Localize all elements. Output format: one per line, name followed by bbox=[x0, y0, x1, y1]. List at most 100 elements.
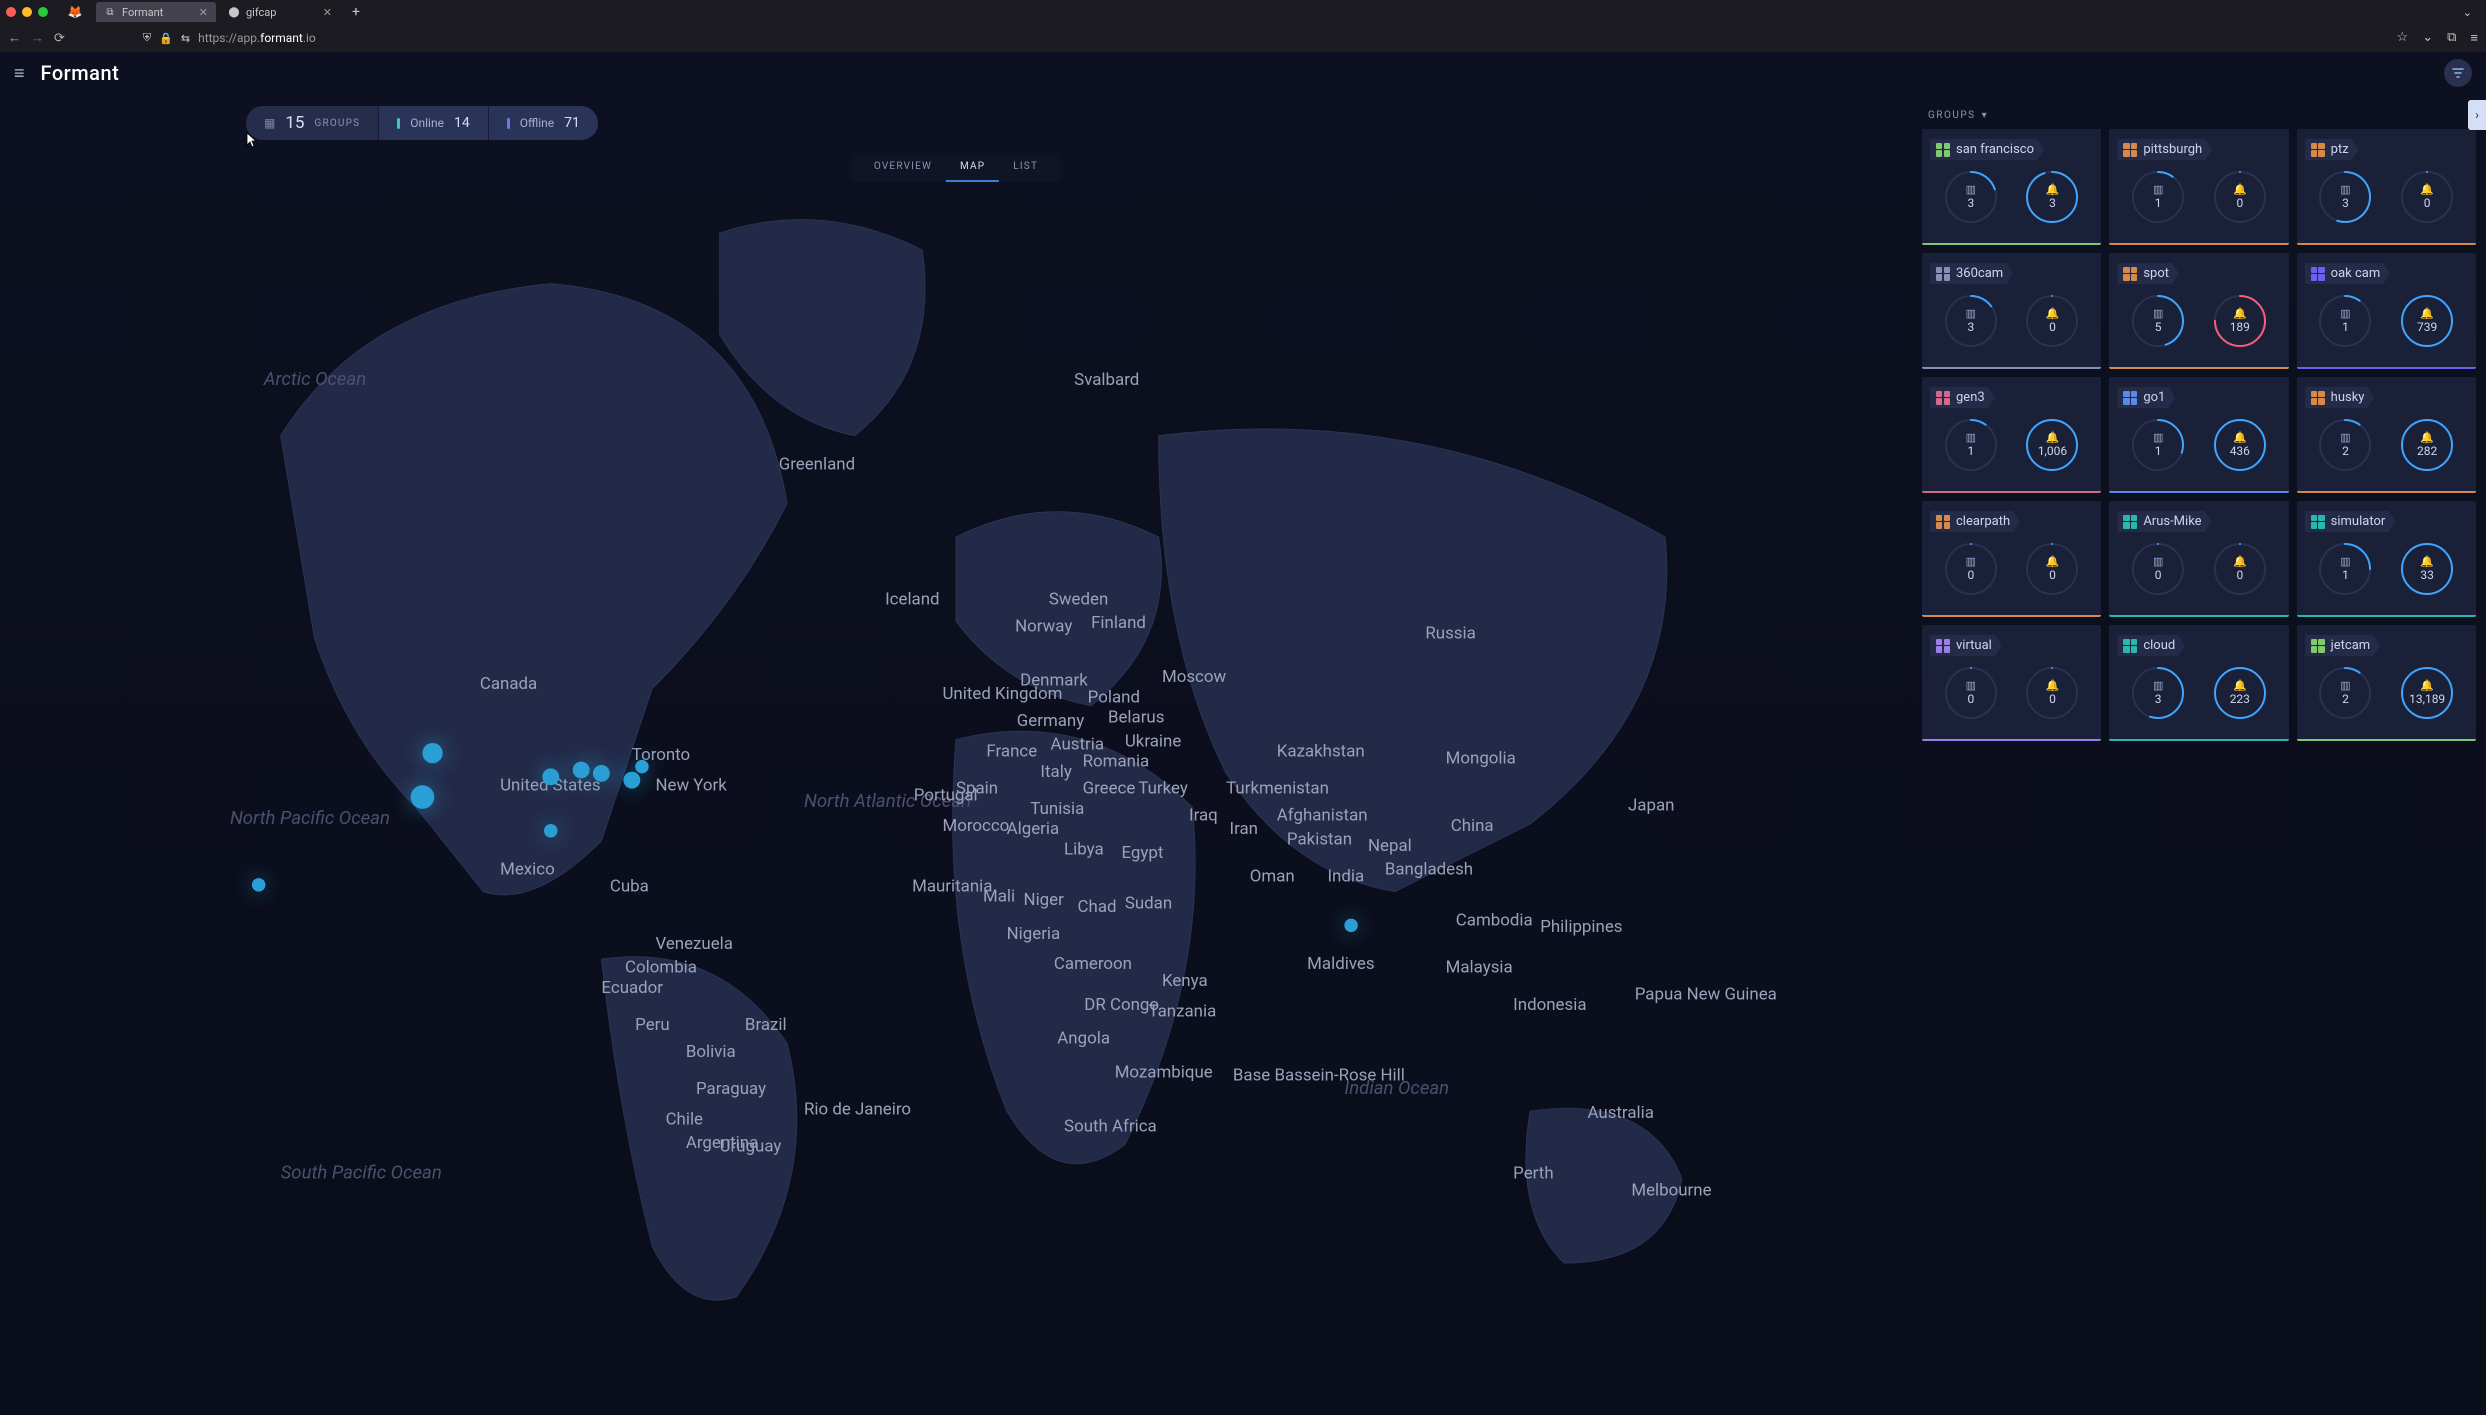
alerts-count: 0 bbox=[2424, 196, 2431, 210]
mouse-cursor bbox=[246, 132, 258, 148]
pocket-icon[interactable]: ⌄ bbox=[2422, 30, 2433, 46]
map-label: India bbox=[1327, 866, 1364, 886]
grid-icon bbox=[2311, 639, 2325, 653]
group-badge: husky bbox=[2305, 387, 2375, 408]
alerts-ring: 🔔 189 bbox=[2213, 294, 2267, 348]
group-card[interactable]: clearpath ▥ 0 🔔 0 bbox=[1922, 501, 2101, 617]
tab-title: Formant bbox=[122, 6, 163, 19]
group-card[interactable]: ptz ▥ 3 🔔 0 bbox=[2297, 129, 2476, 245]
map-marker[interactable] bbox=[422, 743, 442, 763]
devices-ring: ▥ 2 bbox=[2318, 666, 2372, 720]
group-name: cloud bbox=[2143, 638, 2175, 653]
devices-icon: ▥ bbox=[1966, 308, 1976, 319]
groups-header-label: GROUPS bbox=[1928, 110, 1976, 121]
world-map[interactable]: Arctic Ocean North Atlantic Ocean North … bbox=[0, 98, 1912, 1415]
devices-icon: ▥ bbox=[2340, 308, 2350, 319]
window-minimize-button[interactable] bbox=[22, 7, 32, 17]
devices-count: 1 bbox=[2155, 196, 2162, 210]
map-area[interactable]: OVERVIEW MAP LIST bbox=[0, 98, 1912, 1415]
bell-icon: 🔔 bbox=[2420, 680, 2434, 691]
group-name: spot bbox=[2143, 266, 2169, 281]
tab-overflow-button[interactable]: ⌄ bbox=[2463, 6, 2480, 19]
map-label: Nigeria bbox=[1007, 924, 1061, 944]
panel-collapse-button[interactable]: › bbox=[2468, 100, 2486, 130]
map-marker[interactable] bbox=[542, 768, 559, 785]
group-card[interactable]: simulator ▥ 1 🔔 33 bbox=[2297, 501, 2476, 617]
map-marker[interactable] bbox=[544, 824, 558, 838]
group-card[interactable]: san francisco ▥ 3 🔔 3 bbox=[1922, 129, 2101, 245]
lock-icon: 🔒 bbox=[159, 32, 173, 45]
reload-button[interactable]: ⟳ bbox=[54, 31, 65, 46]
new-tab-button[interactable]: + bbox=[344, 4, 368, 20]
stats-groups[interactable]: ▦ 15 GROUPS bbox=[246, 106, 378, 140]
bookmark-icon[interactable]: ☆ bbox=[2397, 30, 2409, 46]
group-badge: jetcam bbox=[2305, 635, 2381, 656]
map-marker[interactable] bbox=[252, 878, 266, 892]
toolbar-right: ☆ ⌄ ⧉ ≡ bbox=[2397, 30, 2478, 46]
groups-count: 15 bbox=[285, 113, 304, 133]
map-marker[interactable] bbox=[593, 765, 610, 782]
group-card[interactable]: oak cam ▥ 1 🔔 739 bbox=[2297, 253, 2476, 369]
group-card[interactable]: 360cam ▥ 3 🔔 0 bbox=[1922, 253, 2101, 369]
group-name: gen3 bbox=[1956, 390, 1985, 405]
favicon-icon: ⧉ bbox=[104, 6, 116, 18]
alerts-ring: 🔔 223 bbox=[2213, 666, 2267, 720]
traffic-lights bbox=[6, 7, 48, 17]
browser-tab-gifcap[interactable]: ⬤ gifcap ✕ bbox=[220, 2, 340, 22]
forward-button[interactable]: → bbox=[31, 30, 44, 46]
filter-button[interactable] bbox=[2444, 59, 2472, 87]
group-card[interactable]: husky ▥ 2 🔔 282 bbox=[2297, 377, 2476, 493]
map-label: Ecuador bbox=[601, 978, 663, 998]
map-marker[interactable] bbox=[635, 760, 649, 774]
map-label: Mozambique bbox=[1115, 1062, 1213, 1082]
card-header: simulator bbox=[2305, 511, 2468, 532]
offline-count: 71 bbox=[564, 115, 580, 131]
extensions-icon[interactable]: ⧉ bbox=[2447, 30, 2456, 46]
map-label: Algeria bbox=[1007, 819, 1060, 839]
map-marker[interactable] bbox=[573, 762, 590, 779]
map-label: Mexico bbox=[500, 860, 555, 880]
bell-icon: 🔔 bbox=[2046, 184, 2060, 195]
hamburger-icon[interactable]: ≡ bbox=[14, 63, 25, 84]
devices-count: 3 bbox=[1967, 196, 1974, 210]
back-button[interactable]: ← bbox=[8, 30, 21, 46]
favicon-icon: ⬤ bbox=[228, 6, 240, 18]
group-card[interactable]: spot ▥ 5 🔔 189 bbox=[2109, 253, 2288, 369]
tab-list[interactable]: LIST bbox=[999, 153, 1052, 182]
stats-online[interactable]: Online 14 bbox=[378, 106, 487, 140]
map-marker[interactable] bbox=[411, 785, 435, 809]
url-protocol: https:// bbox=[198, 31, 237, 45]
tab-bar: 🦊 ⧉ Formant ✕ ⬤ gifcap ✕ + ⌄ bbox=[0, 0, 2486, 24]
group-card[interactable]: go1 ▥ 1 🔔 436 bbox=[2109, 377, 2288, 493]
groups-dropdown[interactable]: GROUPS ▾ bbox=[1922, 106, 2476, 129]
devices-count: 1 bbox=[2342, 320, 2349, 334]
map-label: Arctic Ocean bbox=[263, 368, 366, 390]
window-close-button[interactable] bbox=[6, 7, 16, 17]
stats-offline[interactable]: Offline 71 bbox=[488, 106, 598, 140]
address-bar[interactable]: ⛨ 🔒 ⇆ https://app.formant.io bbox=[135, 27, 324, 49]
map-label: Maldives bbox=[1307, 954, 1374, 974]
app-menu-icon[interactable]: ≡ bbox=[2470, 30, 2478, 46]
group-card[interactable]: jetcam ▥ 2 🔔 13,189 bbox=[2297, 625, 2476, 741]
group-card[interactable]: virtual ▥ 0 🔔 0 bbox=[1922, 625, 2101, 741]
group-card[interactable]: gen3 ▥ 1 🔔 1,006 bbox=[1922, 377, 2101, 493]
card-metrics: ▥ 3 🔔 0 bbox=[1930, 292, 2093, 348]
devices-icon: ▥ bbox=[2340, 556, 2350, 567]
map-label: Nepal bbox=[1368, 836, 1412, 856]
map-marker[interactable] bbox=[1344, 919, 1358, 933]
group-card[interactable]: Arus-Mike ▥ 0 🔔 0 bbox=[2109, 501, 2288, 617]
group-card[interactable]: pittsburgh ▥ 1 🔔 0 bbox=[2109, 129, 2288, 245]
tab-overview[interactable]: OVERVIEW bbox=[860, 153, 946, 182]
close-icon[interactable]: ✕ bbox=[199, 6, 208, 19]
grid-icon bbox=[1936, 267, 1950, 281]
devices-ring: ▥ 0 bbox=[2131, 542, 2185, 596]
close-icon[interactable]: ✕ bbox=[323, 6, 332, 19]
group-card[interactable]: cloud ▥ 3 🔔 223 bbox=[2109, 625, 2288, 741]
window-maximize-button[interactable] bbox=[38, 7, 48, 17]
map-marker[interactable] bbox=[623, 772, 640, 789]
map-label: Denmark bbox=[1020, 671, 1088, 691]
card-header: go1 bbox=[2117, 387, 2280, 408]
grid-icon bbox=[2123, 267, 2137, 281]
tab-map[interactable]: MAP bbox=[946, 153, 999, 182]
browser-tab-formant[interactable]: ⧉ Formant ✕ bbox=[96, 2, 216, 22]
